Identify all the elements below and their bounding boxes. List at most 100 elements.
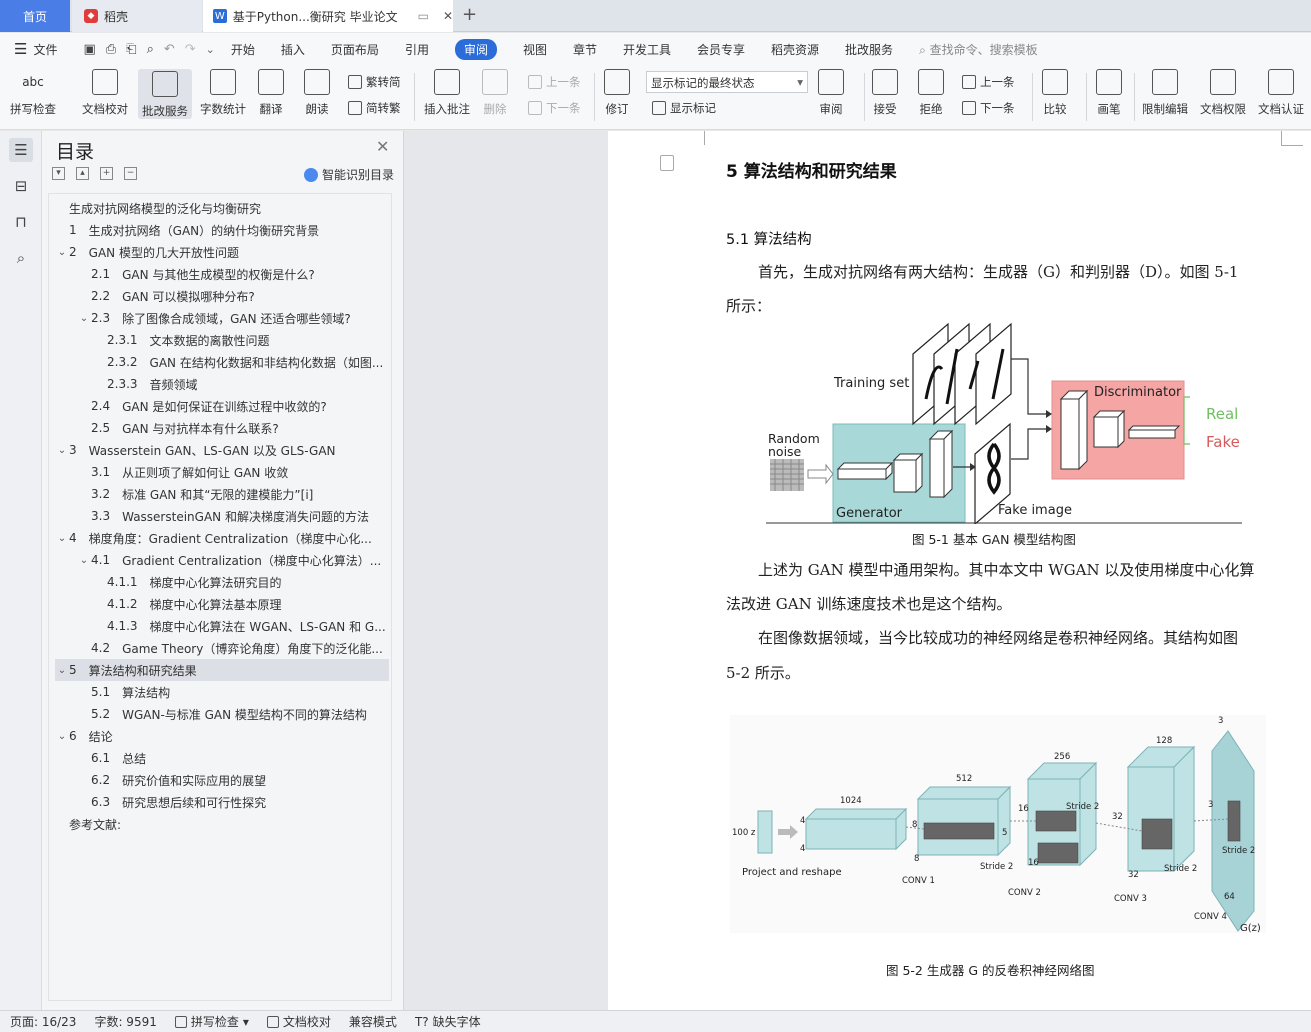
word-count-indicator[interactable]: 字数: 9591 — [94, 1013, 156, 1030]
prev-change-button[interactable]: 上一条 — [962, 74, 1015, 90]
pen-button[interactable]: 画笔 — [1096, 69, 1122, 117]
toc-item[interactable]: 6.2 研究价值和实际应用的展望 — [55, 769, 389, 791]
toc-item[interactable]: ⌄ 5 算法结构和研究结果 — [55, 659, 389, 681]
close-icon[interactable]: ✕ — [376, 137, 389, 156]
new-tab-icon[interactable]: + — [462, 4, 477, 25]
toc-item[interactable]: 4.2 Game Theory（博弈论角度）角度下的泛化能... — [55, 637, 389, 659]
menu-daoke-resources[interactable]: 稻壳资源 — [771, 41, 819, 58]
trad-to-simp-button[interactable]: 繁转简 — [348, 74, 401, 90]
toc-item[interactable]: 2.3.3 音频领域 — [55, 373, 389, 395]
toc-item[interactable]: 2.1 GAN 与其他生成模型的权衡是什么? — [55, 263, 389, 285]
toc-item[interactable]: 5.1 算法结构 — [55, 681, 389, 703]
chevron-down-icon[interactable]: ⌄ — [55, 247, 69, 258]
tab-close-icon[interactable]: ✕ — [443, 9, 453, 23]
menu-reference[interactable]: 引用 — [405, 41, 429, 58]
collapse-all-icon[interactable]: ▾ — [52, 167, 65, 180]
word-count-button[interactable]: 字数统计 — [200, 69, 246, 117]
status-spell-check[interactable]: 拼写检查 ▾ — [174, 1013, 249, 1030]
chevron-down-icon[interactable]: ⌄ — [55, 533, 69, 544]
accept-button[interactable]: 接受 — [872, 69, 898, 117]
reject-button[interactable]: 拒绝 — [918, 69, 944, 117]
smart-toc-button[interactable]: 智能识别目录 — [304, 166, 394, 183]
tab-pin-icon[interactable]: ▭ — [418, 9, 429, 23]
toc-item[interactable]: ⌄ 4.1 Gradient Centralization（梯度中心化算法）... — [55, 549, 389, 571]
prev-comment-button[interactable]: 上一条 — [528, 74, 581, 90]
toc-item[interactable]: 生成对抗网络模型的泛化与均衡研究 — [55, 197, 389, 219]
print-icon[interactable]: ⎗ — [126, 42, 136, 57]
toc-item[interactable]: 2.5 GAN 与对抗样本有什么联系? — [55, 417, 389, 439]
chevron-down-icon[interactable]: ⌄ — [77, 313, 91, 324]
tab-daoke[interactable]: ◆ 稻壳 — [72, 0, 202, 32]
toc-item[interactable]: ⌄ 2 GAN 模型的几大开放性问题 — [55, 241, 389, 263]
compare-button[interactable]: 比较 — [1042, 69, 1068, 117]
toc-item[interactable]: 6.1 总结 — [55, 747, 389, 769]
add-heading-icon[interactable]: + — [100, 167, 113, 180]
read-aloud-button[interactable]: 朗读 — [304, 69, 330, 117]
toc-item[interactable]: ⌄ 6 结论 — [55, 725, 389, 747]
document-rights-button[interactable]: 文档权限 — [1200, 69, 1246, 117]
toc-item[interactable]: 2.2 GAN 可以模拟哪种分布? — [55, 285, 389, 307]
chapter-nav-icon[interactable]: ⊟ — [9, 174, 33, 198]
chevron-down-icon[interactable]: ⌄ — [77, 555, 91, 566]
page-indicator[interactable]: 页面: 16/23 — [10, 1013, 76, 1030]
document-verify-button[interactable]: 文档认证 — [1258, 69, 1304, 117]
toc-item[interactable]: 3.3 WassersteinGAN 和解决梯度消失问题的方法 — [55, 505, 389, 527]
missing-font[interactable]: T? 缺失字体 — [415, 1013, 481, 1030]
quick-access-more-icon[interactable]: ⌄ — [206, 43, 215, 56]
toc-item[interactable]: 6.3 研究思想后续和可行性探究 — [55, 791, 389, 813]
review-pane-button[interactable]: 审阅 — [818, 69, 844, 117]
show-markup-button[interactable]: 显示标记 — [652, 100, 716, 116]
spell-check-button[interactable]: abc 拼写检查 — [10, 69, 56, 117]
toc-item[interactable]: ⌄ 3 Wasserstein GAN、LS-GAN 以及 GLS-GAN — [55, 439, 389, 461]
toc-item[interactable]: 参考文献: — [55, 813, 389, 835]
menu-insert[interactable]: 插入 — [281, 41, 305, 58]
toc-item[interactable]: 2.4 GAN 是如何保证在训练过程中收敛的? — [55, 395, 389, 417]
export-pdf-icon[interactable]: ⎙ — [106, 42, 116, 57]
next-change-button[interactable]: 下一条 — [962, 100, 1015, 116]
chevron-down-icon[interactable]: ⌄ — [55, 731, 69, 742]
menu-start[interactable]: 开始 — [231, 41, 255, 58]
toc-item[interactable]: 3.1 从正则项了解如何让 GAN 收敛 — [55, 461, 389, 483]
toc-item[interactable]: 2.3.1 文本数据的离散性问题 — [55, 329, 389, 351]
undo-icon[interactable]: ↶ — [164, 42, 175, 57]
toc-item[interactable]: 4.1.2 梯度中心化算法基本原理 — [55, 593, 389, 615]
tab-document[interactable]: W 基于Python...衡研究 毕业论文 ▭ ✕ — [203, 0, 453, 32]
redo-icon[interactable]: ↷ — [185, 42, 196, 57]
next-comment-button[interactable]: 下一条 — [528, 100, 581, 116]
menu-correction-service[interactable]: 批改服务 — [845, 41, 893, 58]
simp-to-trad-button[interactable]: 简转繁 — [348, 100, 401, 116]
menu-file[interactable]: 文件 — [33, 41, 57, 58]
menu-member[interactable]: 会员专享 — [697, 41, 745, 58]
insert-comment-button[interactable]: 插入批注 — [424, 69, 470, 117]
track-changes-button[interactable]: 修订 — [604, 69, 630, 117]
command-search[interactable]: ⌕ 查找命令、搜索模板 — [919, 41, 1038, 58]
paragraph-handle-icon[interactable] — [660, 155, 674, 171]
delete-comment-button[interactable]: 删除 — [482, 69, 508, 117]
proofread-button[interactable]: 文档校对 — [82, 69, 128, 117]
toc-item[interactable]: ⌄ 4 梯度角度：Gradient Centralization（梯度中心化... — [55, 527, 389, 549]
chevron-down-icon[interactable]: ⌄ — [55, 665, 69, 676]
markup-state-select[interactable]: 显示标记的最终状态 ▾ — [646, 71, 808, 93]
toc-item[interactable]: 2.3.2 GAN 在结构化数据和非结构化数据（如图... — [55, 351, 389, 373]
toc-pane-icon[interactable]: ☰ — [9, 138, 33, 162]
translate-button[interactable]: 翻译 — [258, 69, 284, 117]
save-icon[interactable]: ▣ — [83, 42, 95, 57]
toc-item[interactable]: 5.2 WGAN-与标准 GAN 模型结构不同的算法结构 — [55, 703, 389, 725]
print-preview-icon[interactable]: ⌕ — [147, 42, 154, 57]
menu-layout[interactable]: 页面布局 — [331, 41, 379, 58]
toc-item[interactable]: 3.2 标准 GAN 和其“无限的建模能力”[i] — [55, 483, 389, 505]
remove-heading-icon[interactable]: − — [124, 167, 137, 180]
tab-home[interactable]: 首页 — [0, 0, 70, 32]
status-proofread[interactable]: 文档校对 — [266, 1013, 331, 1030]
expand-level-icon[interactable]: ▴ — [76, 167, 89, 180]
bookmark-icon[interactable]: ⊓ — [9, 210, 33, 234]
menu-devtools[interactable]: 开发工具 — [623, 41, 671, 58]
toc-item[interactable]: 4.1.3 梯度中心化算法在 WGAN、LS-GAN 和 G... — [55, 615, 389, 637]
toc-item[interactable]: 4.1.1 梯度中心化算法研究目的 — [55, 571, 389, 593]
menu-review[interactable]: 审阅 — [454, 38, 497, 60]
toc-item[interactable]: 1 生成对抗网络（GAN）的纳什均衡研究背景 — [55, 219, 389, 241]
hamburger-icon[interactable]: ☰ — [14, 40, 27, 58]
correction-service-button[interactable]: 批改服务 — [138, 69, 192, 119]
search-icon[interactable]: ⌕ — [9, 246, 33, 270]
menu-chapter[interactable]: 章节 — [573, 41, 597, 58]
